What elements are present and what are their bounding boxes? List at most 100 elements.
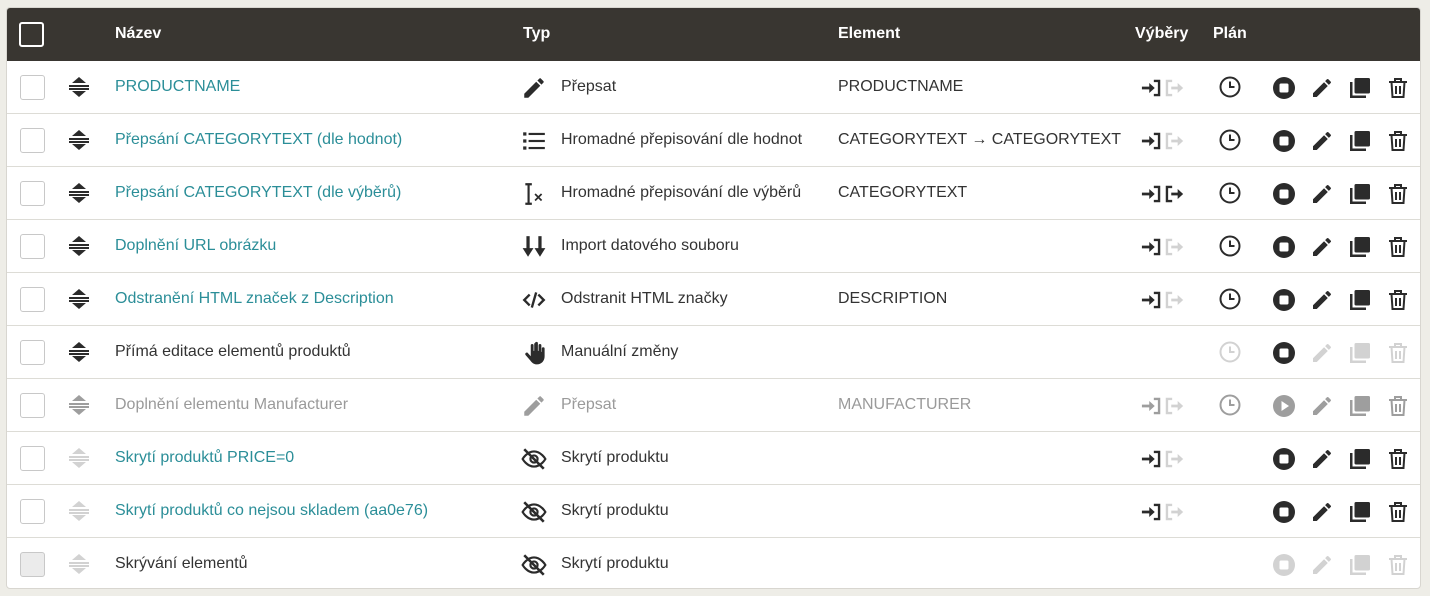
trash-icon[interactable]	[1386, 76, 1410, 100]
copy-icon[interactable]	[1348, 235, 1372, 259]
row-checkbox[interactable]	[20, 340, 45, 365]
trash-icon[interactable]	[1386, 447, 1410, 471]
row-checkbox[interactable]	[20, 552, 45, 577]
selections-status[interactable]	[1141, 395, 1185, 417]
drag-handle-icon[interactable]	[67, 182, 91, 204]
column-header-element[interactable]: Element	[838, 8, 900, 61]
login-icon	[1141, 183, 1163, 205]
logout-icon	[1163, 130, 1185, 152]
copy-icon[interactable]	[1348, 76, 1372, 100]
rule-name-link[interactable]: Odstranění HTML značek z Description	[115, 273, 394, 325]
rule-element: DESCRIPTION	[838, 290, 948, 307]
table-body: PRODUCTNAME Přepsat PRODUCTNAME Přepsání C…	[7, 61, 1420, 588]
selections-status[interactable]	[1141, 130, 1185, 152]
stop-icon[interactable]	[1272, 76, 1296, 100]
row-checkbox[interactable]	[20, 181, 45, 206]
text-cursor-x-icon	[521, 181, 547, 207]
row-checkbox[interactable]	[20, 446, 45, 471]
copy-icon[interactable]	[1348, 288, 1372, 312]
edit-icon[interactable]	[1310, 76, 1334, 100]
stop-icon[interactable]	[1272, 500, 1296, 524]
rule-name-link[interactable]: Skrytí produktů PRICE=0	[115, 432, 294, 484]
select-all-checkbox[interactable]	[19, 22, 44, 47]
code-icon	[521, 287, 547, 313]
trash-icon[interactable]	[1386, 129, 1410, 153]
trash-icon[interactable]	[1386, 500, 1410, 524]
rule-type: Přepsat	[561, 396, 617, 413]
selections-status[interactable]	[1141, 236, 1185, 258]
clock-icon[interactable]	[1218, 75, 1242, 99]
selections-status[interactable]	[1141, 289, 1185, 311]
clock-icon[interactable]	[1218, 340, 1242, 364]
stop-icon[interactable]	[1272, 129, 1296, 153]
copy-icon	[1348, 553, 1372, 577]
row-checkbox[interactable]	[20, 287, 45, 312]
clock-icon[interactable]	[1218, 287, 1242, 311]
copy-icon[interactable]	[1348, 394, 1372, 418]
edit-icon[interactable]	[1310, 288, 1334, 312]
stop-icon[interactable]	[1272, 288, 1296, 312]
trash-icon[interactable]	[1386, 288, 1410, 312]
column-header-type[interactable]: Typ	[523, 8, 550, 61]
trash-icon	[1386, 553, 1410, 577]
drag-handle-icon[interactable]	[67, 500, 91, 522]
clock-icon[interactable]	[1218, 393, 1242, 417]
drag-handle-icon[interactable]	[67, 76, 91, 98]
table-row: Skrytí produktů PRICE=0 Skrytí produktu	[7, 432, 1420, 485]
copy-icon[interactable]	[1348, 182, 1372, 206]
selections-status[interactable]	[1141, 183, 1185, 205]
rule-name-link[interactable]: Doplnění URL obrázku	[115, 220, 276, 272]
selections-status[interactable]	[1141, 77, 1185, 99]
column-header-selections: Výběry	[1135, 25, 1189, 42]
column-header-name[interactable]: Název	[115, 8, 161, 61]
selections-status[interactable]	[1141, 501, 1185, 523]
trash-icon[interactable]	[1386, 394, 1410, 418]
drag-handle-icon[interactable]	[67, 447, 91, 469]
rule-name-link[interactable]: Skrytí produktů co nejsou skladem (aa0e7…	[115, 485, 428, 537]
edit-icon[interactable]	[1310, 235, 1334, 259]
trash-icon[interactable]	[1386, 182, 1410, 206]
copy-icon[interactable]	[1348, 500, 1372, 524]
logout-icon	[1163, 183, 1185, 205]
rule-name: Doplnění elementu Manufacturer	[115, 396, 349, 413]
logout-icon	[1163, 236, 1185, 258]
rule-type: Import datového souboru	[561, 237, 739, 254]
edit-icon[interactable]	[1310, 500, 1334, 524]
table-row: Přepsání CATEGORYTEXT (dle hodnot) Hromad…	[7, 114, 1420, 167]
copy-icon[interactable]	[1348, 129, 1372, 153]
drag-handle-icon[interactable]	[67, 235, 91, 257]
row-checkbox[interactable]	[20, 393, 45, 418]
edit-icon[interactable]	[1310, 129, 1334, 153]
stop-icon[interactable]	[1272, 182, 1296, 206]
copy-icon[interactable]	[1348, 447, 1372, 471]
stop-icon[interactable]	[1272, 235, 1296, 259]
rule-name-link[interactable]: Přepsání CATEGORYTEXT (dle výběrů)	[115, 167, 401, 219]
clock-icon[interactable]	[1218, 128, 1242, 152]
trash-icon[interactable]	[1386, 235, 1410, 259]
table-row: PRODUCTNAME Přepsat PRODUCTNAME	[7, 61, 1420, 114]
drag-handle-icon[interactable]	[67, 288, 91, 310]
stop-icon[interactable]	[1272, 447, 1296, 471]
row-checkbox[interactable]	[20, 128, 45, 153]
rule-type: Manuální změny	[561, 343, 679, 360]
copy-icon	[1348, 341, 1372, 365]
row-checkbox[interactable]	[20, 499, 45, 524]
row-checkbox[interactable]	[20, 75, 45, 100]
clock-icon[interactable]	[1218, 234, 1242, 258]
play-icon[interactable]	[1272, 394, 1296, 418]
edit-icon[interactable]	[1310, 394, 1334, 418]
rule-type: Skrytí produktu	[561, 449, 669, 466]
row-checkbox[interactable]	[20, 234, 45, 259]
edit-icon[interactable]	[1310, 447, 1334, 471]
clock-icon[interactable]	[1218, 181, 1242, 205]
drag-handle-icon[interactable]	[67, 341, 91, 363]
drag-handle-icon[interactable]	[67, 553, 91, 575]
drag-handle-icon[interactable]	[67, 394, 91, 416]
rule-name-link[interactable]: PRODUCTNAME	[115, 61, 240, 113]
edit-icon[interactable]	[1310, 182, 1334, 206]
rule-name-link[interactable]: Přepsání CATEGORYTEXT (dle hodnot)	[115, 114, 402, 166]
selections-status[interactable]	[1141, 448, 1185, 470]
table-row: Doplnění URL obrázku Import datového soub…	[7, 220, 1420, 273]
stop-icon[interactable]	[1272, 341, 1296, 365]
drag-handle-icon[interactable]	[67, 129, 91, 151]
